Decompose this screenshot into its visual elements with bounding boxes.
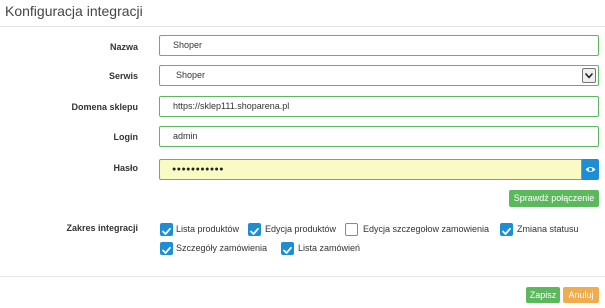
checkmark-icon <box>283 246 292 254</box>
cancel-button[interactable]: Anuluj <box>563 287 599 303</box>
scope-label: Zakres integracji <box>66 223 138 233</box>
checkbox-product-list[interactable] <box>160 223 173 236</box>
domain-input[interactable]: https://sklep111.shoparena.pl <box>159 96 599 117</box>
checkbox-status-change[interactable] <box>500 223 513 236</box>
password-input[interactable]: ●●●●●●●●●●● <box>159 159 582 180</box>
dialog-title: Konfiguracja integracji <box>5 3 143 19</box>
name-input[interactable]: Shoper <box>159 35 599 56</box>
checkbox-product-edit[interactable] <box>248 223 261 236</box>
save-button[interactable]: Zapisz <box>526 287 560 303</box>
password-dots: ●●●●●●●●●●● <box>172 166 225 173</box>
checkbox-order-list[interactable] <box>281 242 294 255</box>
checkbox-label-product-list: Lista produktów <box>176 224 240 234</box>
checkmark-icon <box>502 227 511 235</box>
domain-label: Domena sklepu <box>71 102 138 112</box>
check-connection-button[interactable]: Sprawdź połączenie <box>509 190 599 207</box>
checkbox-label-order-list: Lista zamówień <box>298 243 361 253</box>
password-label: Hasło <box>113 163 138 173</box>
show-password-button[interactable] <box>582 159 599 180</box>
name-label: Nazwa <box>109 42 138 52</box>
footer-divider <box>0 276 605 277</box>
chevron-down-icon[interactable] <box>582 68 596 83</box>
service-select-value: Shoper <box>176 70 206 80</box>
checkbox-label-order-details-edit: Edycja szczegołow zamowienia <box>363 224 490 234</box>
checkbox-order-details[interactable] <box>160 242 173 255</box>
dialog-header: Konfiguracja integracji <box>0 0 605 27</box>
checkmark-icon <box>162 227 171 235</box>
eye-icon <box>585 167 596 172</box>
checkmark-icon <box>162 246 171 254</box>
checkbox-label-product-edit: Edycja produktów <box>265 224 337 234</box>
checkbox-label-status-change: Zmiana statusu <box>517 224 579 234</box>
checkbox-label-order-details: Szczegóły zamówienia <box>176 243 268 253</box>
checkmark-icon <box>250 227 259 235</box>
login-label: Login <box>113 132 139 142</box>
service-select[interactable]: Shoper <box>159 65 599 86</box>
checkbox-order-details-edit[interactable] <box>345 223 358 236</box>
login-input[interactable]: admin <box>159 126 599 147</box>
service-label: Serwis <box>108 71 138 81</box>
